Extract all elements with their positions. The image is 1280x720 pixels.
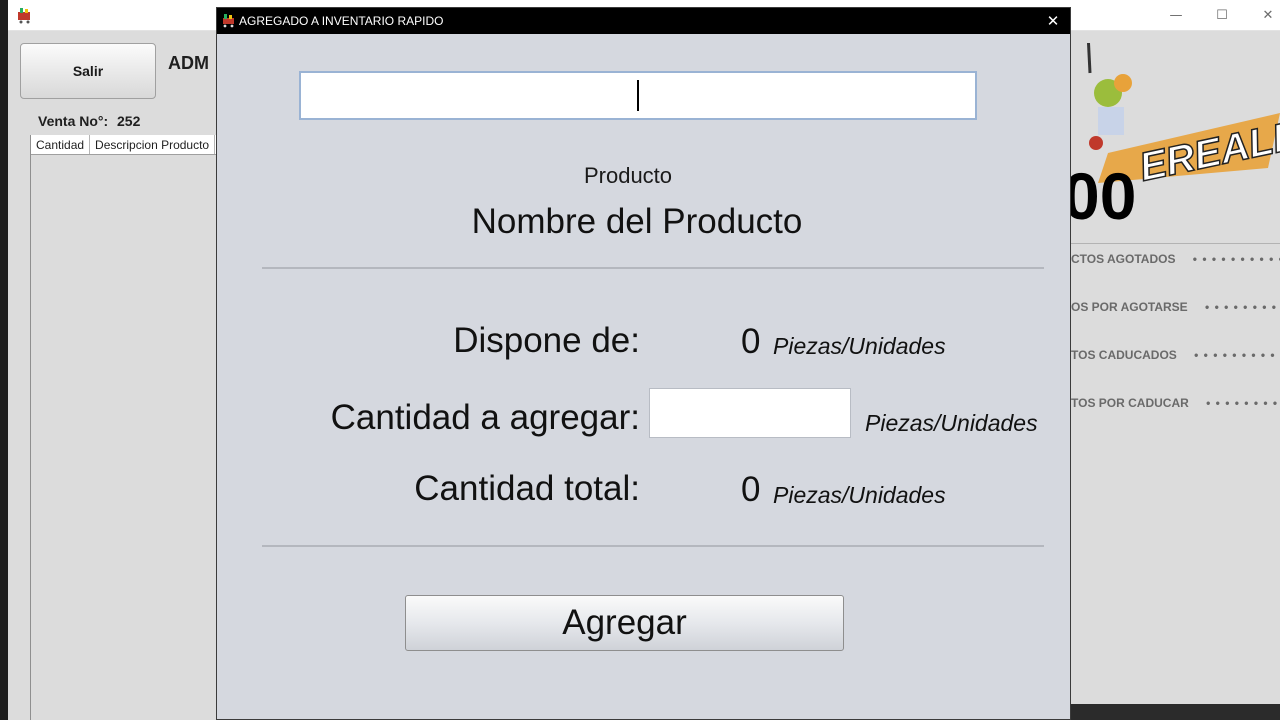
alert-label: OS POR AGOTARSE <box>1071 300 1188 314</box>
cart-icon <box>18 8 30 24</box>
alert-por-caducar[interactable]: TOS POR CADUCAR • • • • • • • • • • • • <box>1071 396 1280 410</box>
divider <box>262 267 1044 269</box>
alert-dots: • • • • • • • • • • • • <box>1194 348 1280 362</box>
cart-icon <box>223 14 234 28</box>
dialog-titlebar[interactable]: AGREGADO A INVENTARIO RAPIDO ✕ <box>217 8 1070 34</box>
alert-dots: • • • • • • • • • • • • <box>1206 396 1280 410</box>
maximize-icon[interactable]: ☐ <box>1212 6 1232 26</box>
admin-title: ADM <box>168 53 209 73</box>
close-icon[interactable]: ✕ <box>1258 6 1278 26</box>
agregar-button[interactable]: Agregar <box>405 595 844 651</box>
cantidad-input[interactable] <box>649 388 851 438</box>
alert-dots: • • • • • • • • • • • • <box>1205 300 1280 314</box>
logo-number: 00 <box>1068 159 1136 233</box>
alert-caducados[interactable]: TOS CADUCADOS • • • • • • • • • • • • <box>1071 348 1280 362</box>
product-name: Nombre del Producto <box>471 202 803 241</box>
text-caret <box>637 80 639 111</box>
column-header-cantidad[interactable]: Cantidad <box>31 135 91 154</box>
alert-label: TOS POR CADUCAR <box>1071 396 1189 410</box>
total-label: Cantidad total: <box>414 469 640 508</box>
alert-dots: • • • • • • • • • • • • <box>1192 252 1280 266</box>
logo-text: EREALES <box>1136 107 1280 189</box>
right-divider <box>1070 243 1280 244</box>
dialog-title: AGREGADO A INVENTARIO RAPIDO <box>239 14 444 28</box>
dispone-unit: Piezas/Unidades <box>773 333 946 359</box>
dispone-value: 0 <box>741 322 761 361</box>
alert-agotados[interactable]: CTOS AGOTADOS • • • • • • • • • • • • <box>1071 252 1280 266</box>
cantidad-label: Cantidad a agregar: <box>330 398 640 437</box>
salir-button[interactable]: Salir <box>20 43 156 99</box>
venta-number: 252 <box>117 113 141 129</box>
minimize-icon[interactable]: — <box>1166 6 1186 26</box>
cantidad-unit: Piezas/Unidades <box>865 410 1038 436</box>
store-logo: EREALES 00 <box>1068 43 1280 233</box>
alert-label: TOS CADUCADOS <box>1071 348 1177 362</box>
close-icon[interactable]: ✕ <box>1043 11 1063 31</box>
taskbar-strip <box>1066 704 1280 720</box>
total-value: 0 <box>741 470 761 509</box>
dispone-label: Dispone de: <box>453 321 640 360</box>
divider <box>262 545 1044 547</box>
product-label: Producto <box>583 163 673 188</box>
alert-label: CTOS AGOTADOS <box>1071 252 1176 266</box>
column-header-descripcion[interactable]: Descripcion Producto <box>90 135 216 154</box>
quick-inventory-dialog: AGREGADO A INVENTARIO RAPIDO ✕ Producto … <box>216 7 1071 720</box>
venta-label: Venta No°: <box>38 113 109 129</box>
alert-por-agotarse[interactable]: OS POR AGOTARSE • • • • • • • • • • • • <box>1071 300 1280 314</box>
total-unit: Piezas/Unidades <box>773 482 946 508</box>
